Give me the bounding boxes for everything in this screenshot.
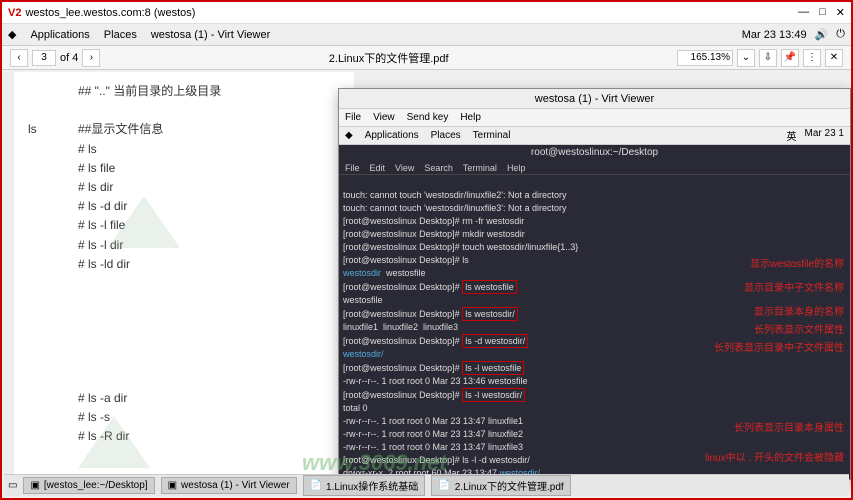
inner-activities-icon[interactable]: ◆ (345, 130, 353, 141)
term-menu-search[interactable]: Search (424, 163, 453, 173)
more-icon[interactable]: ⋮ (803, 49, 821, 67)
show-desktop-icon[interactable]: ▭ (8, 480, 17, 491)
inner-menu-terminal[interactable]: Terminal (473, 130, 511, 141)
term-menu-view[interactable]: View (395, 163, 414, 173)
terminal-title: root@westoslinux:~/Desktop (339, 145, 850, 161)
term-menu-edit[interactable]: Edit (370, 163, 386, 173)
terminal-body[interactable]: touch: cannot touch 'westosdir/linuxfile… (339, 175, 850, 479)
page-of: of 4 (60, 52, 78, 64)
prev-page-button[interactable]: ‹ (10, 49, 28, 67)
term-menu-file[interactable]: File (345, 163, 360, 173)
zoom-input[interactable] (677, 50, 733, 66)
hl-ls-l-dir: ls -l westosdir/ (462, 388, 525, 402)
term-menu-help[interactable]: Help (507, 163, 526, 173)
watermark-icon (104, 192, 184, 258)
hl-ls-file: ls westosfile (462, 280, 517, 294)
annotation: 显示westosfile的名称 (750, 259, 844, 271)
apple-icon[interactable]: ◆ (8, 28, 16, 41)
inner-menu-apps[interactable]: Applications (365, 130, 419, 141)
inner-date: Mar 23 1 (805, 128, 844, 143)
page-input[interactable] (32, 50, 56, 66)
window-title: westos_lee.westos.com:8 (westos) (25, 7, 195, 19)
save-icon[interactable]: ⇩ (759, 49, 777, 67)
vv-title: westosa (1) - Virt Viewer (339, 89, 850, 109)
vv-menu-file[interactable]: File (345, 112, 361, 123)
annotation: linux中以 . 开头的文件会被隐藏 (705, 453, 844, 465)
inner-desktop-bar: ◆ Applications Places Terminal 英 Mar 23 … (339, 127, 850, 145)
task-virtviewer[interactable]: ▣westosa (1) - Virt Viewer (161, 477, 297, 494)
status-date: Mar 23 13:49 (742, 29, 807, 41)
virt-viewer-window[interactable]: westosa (1) - Virt Viewer File View Send… (338, 88, 851, 480)
taskbar: ▭ ▣[westos_lee:~/Desktop] ▣westosa (1) -… (4, 474, 849, 496)
tab-close-icon[interactable]: ✕ (825, 49, 843, 67)
watermark-icon (74, 412, 154, 474)
task-pdf1[interactable]: 📄1.Linux操作系统基础 (303, 475, 426, 496)
zoom-dropdown[interactable]: ⌄ (737, 49, 755, 67)
task-terminal[interactable]: ▣[westos_lee:~/Desktop] (23, 477, 154, 494)
annotation: 显示目录本身的名称 (754, 307, 844, 319)
vv-menubar: File View Send key Help (339, 109, 850, 127)
vv-menu-view[interactable]: View (373, 112, 395, 123)
hl-ls-l-file: ls -l westosfile (462, 361, 524, 375)
minimize-button[interactable]: — (798, 6, 809, 19)
sound-icon[interactable]: 🔊 (815, 28, 829, 41)
annotation: 长列表显示目录中子文件属性 (714, 343, 844, 355)
inner-ime[interactable]: 英 (787, 128, 797, 143)
maximize-button[interactable]: □ (819, 6, 826, 19)
annotation: 显示目录中子文件名称 (744, 283, 844, 295)
hl-ls-dir: ls westosdir/ (462, 307, 518, 321)
menu-app[interactable]: westosa (1) - Virt Viewer (151, 29, 270, 41)
pdf-page: ## ".." 当前目录的上级目录 ls##显示文件信息 # ls # ls f… (14, 72, 354, 474)
outer-title-bar: V2 westos_lee.westos.com:8 (westos) — □ … (2, 2, 851, 24)
pin-icon[interactable]: 📌 (781, 49, 799, 67)
pdf-toolbar: ‹ of 4 › 2.Linux下的文件管理.pdf ⌄ ⇩ 📌 ⋮ ✕ (2, 46, 851, 70)
inner-menu-places[interactable]: Places (431, 130, 461, 141)
app-icon: V2 (8, 7, 21, 19)
task-pdf2[interactable]: 📄2.Linux下的文件管理.pdf (431, 475, 570, 496)
close-button[interactable]: ✕ (836, 6, 845, 19)
hl-ls-d: ls -d westosdir/ (462, 334, 528, 348)
vv-menu-sendkey[interactable]: Send key (407, 112, 449, 123)
next-page-button[interactable]: › (82, 49, 100, 67)
menu-applications[interactable]: Applications (30, 29, 89, 41)
term-menu-terminal[interactable]: Terminal (463, 163, 497, 173)
menu-places[interactable]: Places (104, 29, 137, 41)
vv-menu-help[interactable]: Help (460, 112, 481, 123)
doc-filename: 2.Linux下的文件管理.pdf (106, 50, 671, 66)
power-icon[interactable]: ⏻ (836, 28, 845, 41)
terminal-menubar: File Edit View Search Terminal Help (339, 161, 850, 175)
desktop-menubar: ◆ Applications Places westosa (1) - Virt… (2, 24, 851, 46)
watermark-url: www.3069.net (302, 450, 447, 476)
annotation: 长列表显示目录本身属性 (734, 423, 844, 435)
annotation: 长列表显示文件属性 (754, 325, 844, 337)
